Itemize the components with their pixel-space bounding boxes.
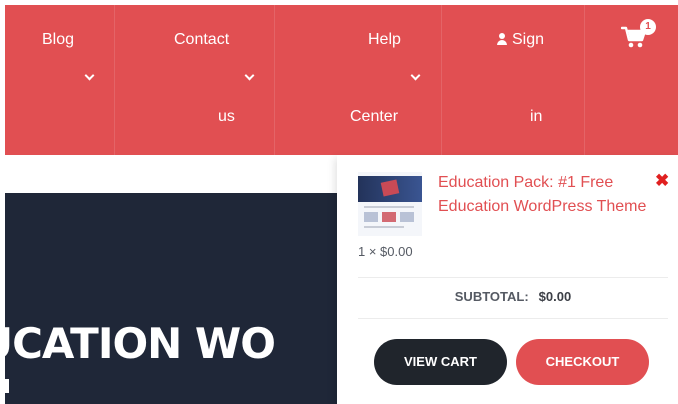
nav-item-sign-in[interactable]: Sign in <box>442 5 585 155</box>
nav-item-sign-label-line2: in <box>530 108 543 125</box>
nav-item-contact-label-line1: Contact <box>174 31 230 48</box>
cart-count-badge: 1 <box>640 19 656 35</box>
nav-item-contact[interactable]: Contact us <box>115 5 275 155</box>
hero-title: UCATION WO <box>5 319 276 368</box>
chevron-down-icon[interactable] <box>84 70 95 81</box>
close-icon[interactable]: ✖ <box>655 172 669 189</box>
nav-item-blog-label: Blog <box>42 31 75 48</box>
hero-banner: UCATION WO <box>5 193 345 404</box>
product-thumbnail[interactable] <box>358 172 422 236</box>
sign-label: Sign <box>512 31 545 48</box>
subtotal-row: SUBTOTAL: $0.00 <box>358 289 668 304</box>
nav-item-help-center[interactable]: Help Center <box>275 5 442 155</box>
cart-button[interactable]: 1 <box>620 19 656 55</box>
chevron-down-icon[interactable] <box>410 70 421 81</box>
divider <box>358 277 668 278</box>
mini-cart-dropdown: Education Pack: #1 Free Education WordPr… <box>337 155 678 404</box>
hero-title-second-line-fragment <box>5 379 9 393</box>
user-icon <box>496 33 508 45</box>
subtotal-value: $0.00 <box>538 289 572 304</box>
nav-item-help-label-line2: Center <box>350 108 399 125</box>
nav-item-help-label-line1: Help <box>368 31 401 48</box>
nav-item-blog[interactable]: Blog <box>5 5 115 155</box>
nav-item-sign-label-line1: Sign <box>496 31 544 49</box>
main-navigation: Blog Contact us Help Center Sign in <box>5 5 678 155</box>
chevron-down-icon[interactable] <box>244 70 255 81</box>
divider <box>358 318 668 319</box>
nav-item-contact-label-line2: us <box>218 108 235 125</box>
checkout-button[interactable]: CHECKOUT <box>516 339 649 385</box>
product-title-link[interactable]: Education Pack: #1 Free Education WordPr… <box>438 171 653 219</box>
subtotal-label: SUBTOTAL: <box>454 289 529 304</box>
cart-item-quantity: 1 × $0.00 <box>358 244 413 259</box>
view-cart-button[interactable]: VIEW CART <box>374 339 507 385</box>
